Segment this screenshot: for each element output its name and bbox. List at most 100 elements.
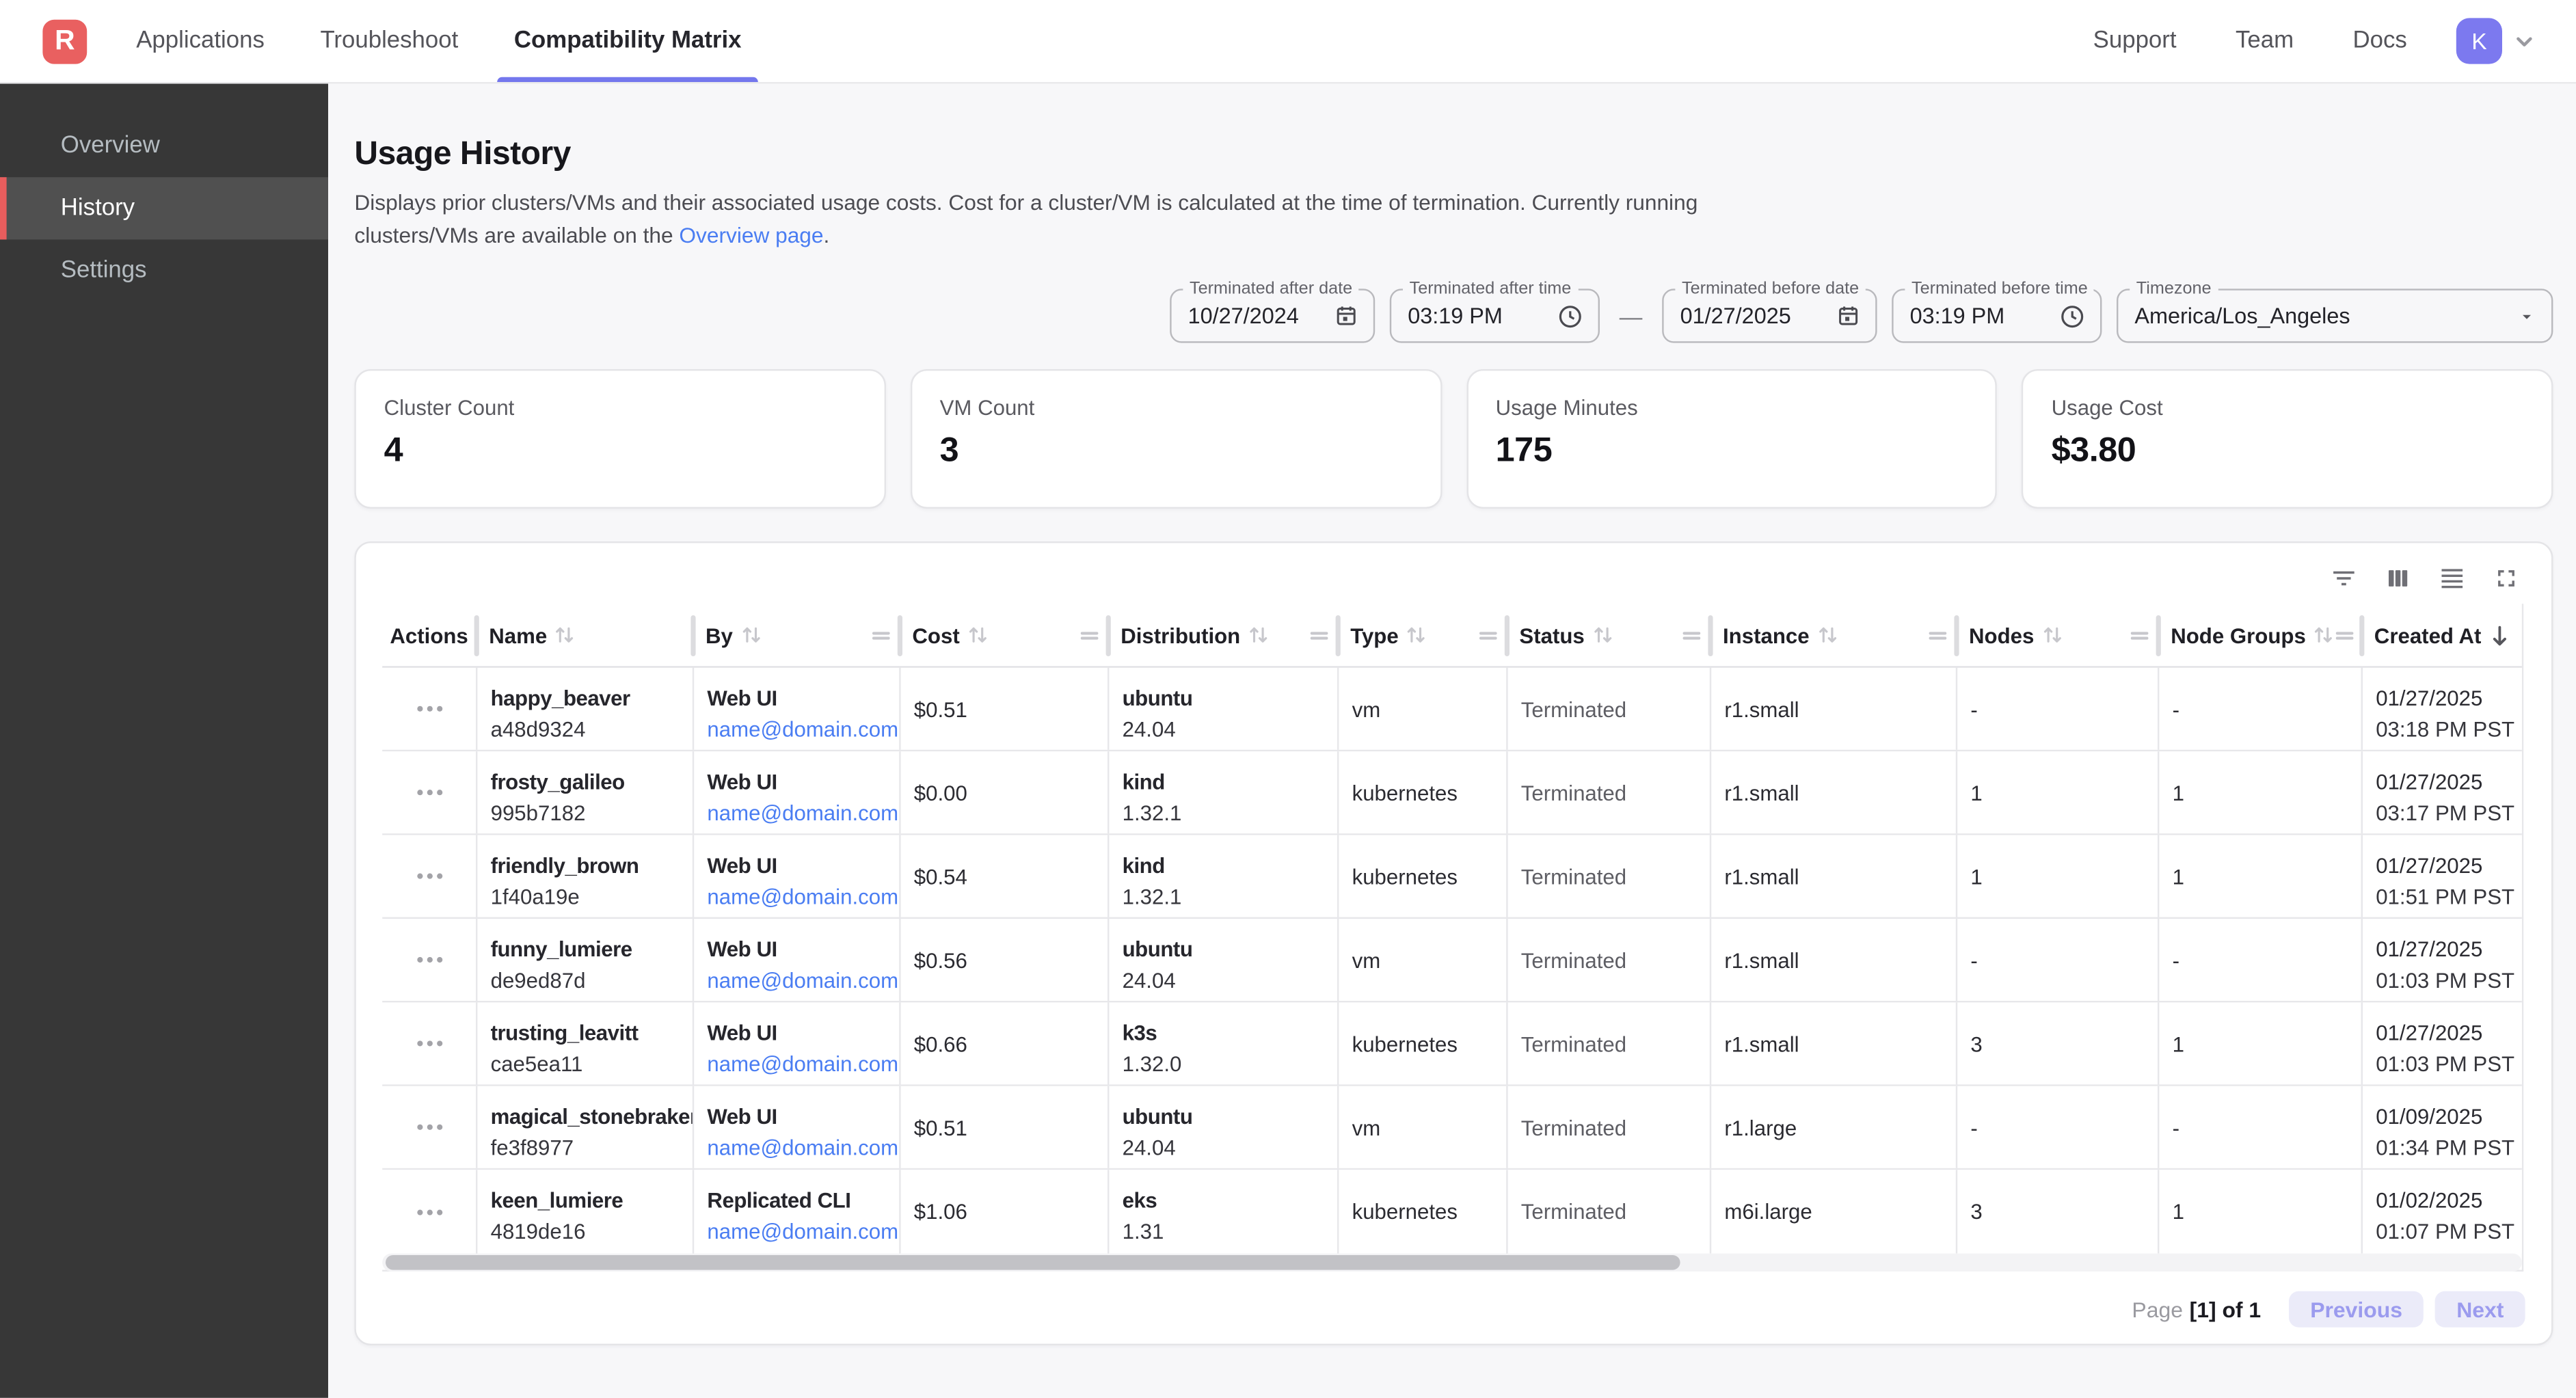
cell-created-at: 01/02/202501:07 PM PST <box>2361 1170 2519 1253</box>
overview-page-link[interactable]: Overview page <box>679 223 823 247</box>
nav-tab-applications[interactable]: Applications <box>136 0 265 82</box>
column-header-created_at[interactable]: Created At <box>2361 604 2519 666</box>
next-page-button[interactable]: Next <box>2435 1291 2525 1328</box>
row-actions-button[interactable] <box>407 1032 450 1056</box>
nav-link-team[interactable]: Team <box>2236 28 2294 54</box>
row-actions-button[interactable] <box>407 865 450 888</box>
drag-handle-icon[interactable] <box>871 628 891 643</box>
sort-icon[interactable] <box>2312 623 2335 647</box>
timezone-select[interactable]: Timezone America/Los_Angeles <box>2117 288 2553 342</box>
column-header-instance[interactable]: Instance <box>1710 604 1956 666</box>
sidebar-item-settings[interactable]: Settings <box>0 239 328 301</box>
row-actions-button[interactable] <box>407 697 450 721</box>
column-resize-handle[interactable] <box>1505 615 1510 656</box>
column-resize-handle[interactable] <box>1954 615 1959 656</box>
column-header-type[interactable]: Type <box>1337 604 1506 666</box>
scrollbar-thumb[interactable] <box>386 1255 1680 1270</box>
column-header-by[interactable]: By <box>693 604 899 666</box>
nav-tab-troubleshoot[interactable]: Troubleshoot <box>320 0 458 82</box>
column-header-cost[interactable]: Cost <box>899 604 1108 666</box>
sort-icon[interactable] <box>1405 623 1428 647</box>
cell-distribution: ubuntu24.04 <box>1108 668 1337 750</box>
email-link[interactable]: name@domain.com <box>707 801 898 825</box>
cell-type: kubernetes <box>1337 751 1506 833</box>
drag-handle-icon[interactable] <box>1682 628 1702 643</box>
column-resize-handle[interactable] <box>1336 615 1341 656</box>
column-header-node_groups[interactable]: Node Groups <box>2158 604 2361 666</box>
sorted-desc-icon[interactable] <box>2488 623 2512 647</box>
type-value: kubernetes <box>1352 1031 1458 1056</box>
email-link[interactable]: name@domain.com <box>707 717 898 742</box>
fullscreen-icon[interactable] <box>2486 558 2525 597</box>
instance-value: r1.small <box>1724 780 1799 805</box>
calendar-icon[interactable] <box>1836 304 1861 328</box>
drag-handle-icon[interactable] <box>2335 628 2355 643</box>
column-resize-handle[interactable] <box>690 615 695 656</box>
terminated-after-date-field[interactable]: Terminated after date 10/27/2024 <box>1170 288 1375 342</box>
cell-instance: m6i.large <box>1710 1170 1956 1253</box>
column-resize-handle[interactable] <box>2359 615 2364 656</box>
nav-link-support[interactable]: Support <box>2093 28 2177 54</box>
previous-page-button[interactable]: Previous <box>2289 1291 2424 1328</box>
column-header-nodes[interactable]: Nodes <box>1956 604 2158 666</box>
sort-icon[interactable] <box>740 623 763 647</box>
sidebar-item-overview[interactable]: Overview <box>0 115 328 177</box>
email-link[interactable]: name@domain.com <box>707 1051 898 1076</box>
cell-type: vm <box>1337 668 1506 750</box>
terminated-before-time-field[interactable]: Terminated before time 03:19 PM <box>1892 288 2102 342</box>
column-header-name[interactable]: Name <box>476 604 693 666</box>
sort-icon[interactable] <box>966 623 989 647</box>
clock-icon[interactable] <box>2059 303 2085 329</box>
sort-icon[interactable] <box>1247 623 1270 647</box>
email-link[interactable]: name@domain.com <box>707 885 898 909</box>
nav-link-docs[interactable]: Docs <box>2352 28 2406 54</box>
filter-icon[interactable] <box>2323 558 2363 597</box>
replicated-logo[interactable]: R <box>42 19 87 64</box>
terminated-before-date-field[interactable]: Terminated before date 01/27/2025 <box>1662 288 1877 342</box>
drag-handle-icon[interactable] <box>2130 628 2149 643</box>
drag-handle-icon[interactable] <box>1928 628 1948 643</box>
horizontal-scrollbar[interactable] <box>382 1254 2522 1272</box>
column-resize-handle[interactable] <box>2156 615 2161 656</box>
cost-value: $0.54 <box>914 864 967 889</box>
instance-value: m6i.large <box>1724 1199 1812 1224</box>
column-header-distribution[interactable]: Distribution <box>1108 604 1337 666</box>
column-label: Actions <box>390 623 468 647</box>
cell-status: Terminated <box>1506 668 1710 750</box>
email-link[interactable]: name@domain.com <box>707 968 898 993</box>
cluster-id: cae5ea11 <box>491 1049 683 1080</box>
nodes-value: - <box>1970 947 1977 972</box>
stat-value: 3 <box>940 431 1412 471</box>
drag-handle-icon[interactable] <box>1478 628 1498 643</box>
email-link[interactable]: name@domain.com <box>707 1219 898 1244</box>
sort-icon[interactable] <box>1816 623 1839 647</box>
sort-icon[interactable] <box>554 623 577 647</box>
column-label: Distribution <box>1121 623 1240 647</box>
sidebar-item-history[interactable]: History <box>0 177 328 239</box>
drag-handle-icon[interactable] <box>1079 628 1099 643</box>
nav-tab-compatibility-matrix[interactable]: Compatibility Matrix <box>514 0 742 82</box>
created-time: 03:17 PM PST <box>2376 797 2508 829</box>
calendar-icon[interactable] <box>1334 304 1358 328</box>
column-resize-handle[interactable] <box>1708 615 1713 656</box>
density-icon[interactable] <box>2432 558 2471 597</box>
row-actions-button[interactable] <box>407 781 450 804</box>
clock-icon[interactable] <box>1557 303 1583 329</box>
email-link[interactable]: name@domain.com <box>707 1135 898 1160</box>
user-avatar[interactable]: K <box>2456 18 2502 64</box>
column-resize-handle[interactable] <box>474 615 479 656</box>
usage-table: Actions NameByCost Distribution TypeStatusI… <box>382 604 2523 1272</box>
column-header-status[interactable]: Status <box>1506 604 1710 666</box>
terminated-after-time-field[interactable]: Terminated after time 03:19 PM <box>1390 288 1600 342</box>
row-actions-button[interactable] <box>407 1200 450 1224</box>
row-actions-button[interactable] <box>407 1116 450 1139</box>
columns-icon[interactable] <box>2378 558 2417 597</box>
column-resize-handle[interactable] <box>898 615 902 656</box>
row-actions-button[interactable] <box>407 948 450 971</box>
drag-handle-icon[interactable] <box>1309 628 1329 643</box>
column-resize-handle[interactable] <box>1106 615 1111 656</box>
sort-icon[interactable] <box>1591 623 1614 647</box>
created-date: 01/27/2025 <box>2376 682 2508 714</box>
sort-icon[interactable] <box>2041 623 2064 647</box>
chevron-down-icon[interactable] <box>2512 29 2536 53</box>
